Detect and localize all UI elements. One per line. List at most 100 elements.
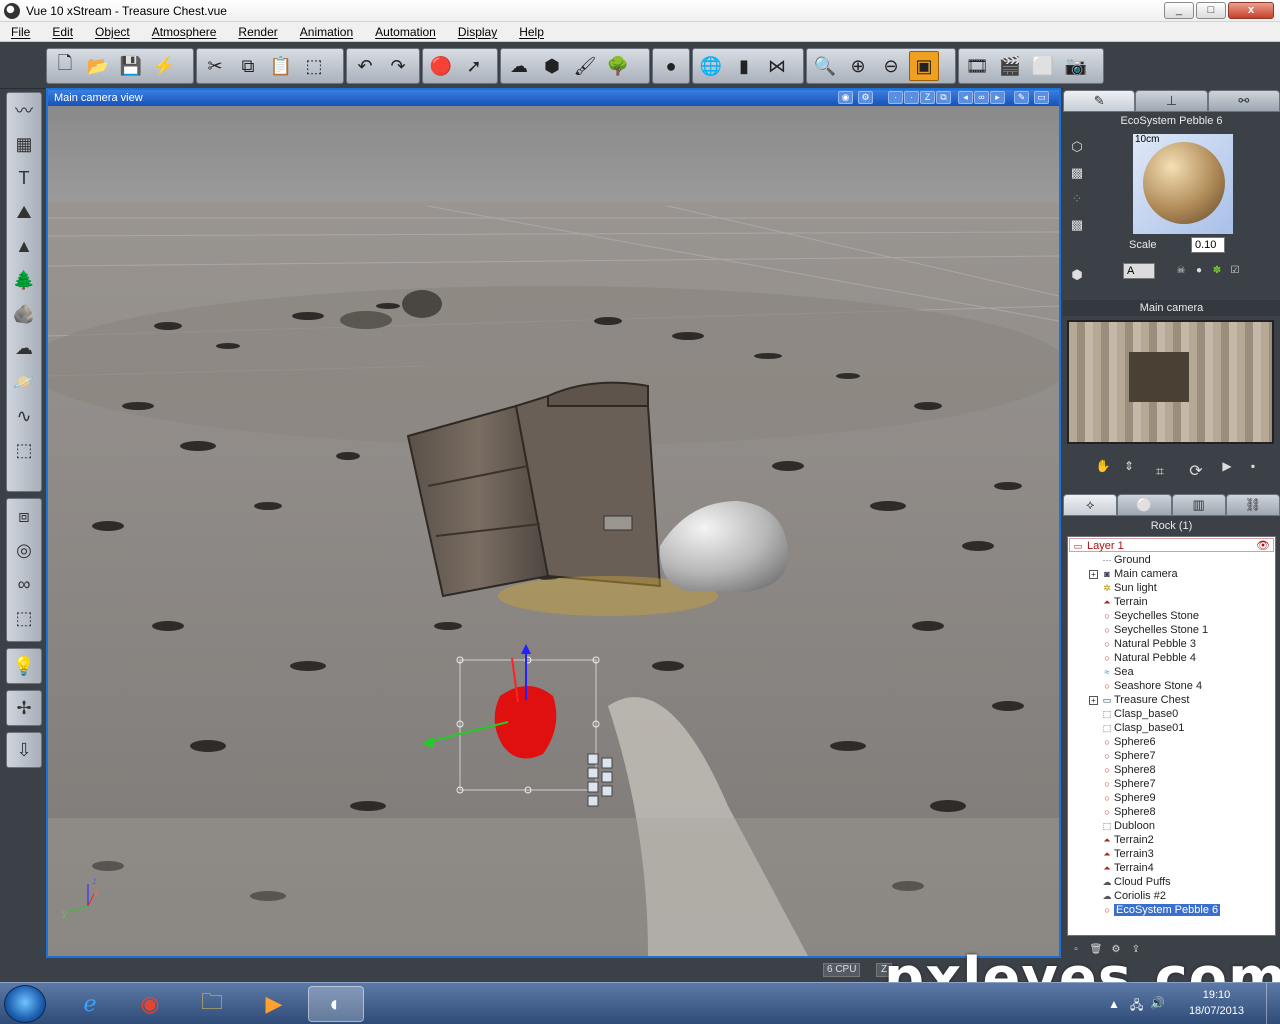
menu-file[interactable]: File (0, 25, 41, 39)
layer-row[interactable]: ▭ Layer 1 👁 (1069, 538, 1274, 552)
show-desktop-button[interactable] (1266, 983, 1278, 1024)
boolean-diff-icon[interactable]: ◎ (7, 533, 41, 567)
vue-taskbar-icon[interactable]: ◐ (308, 986, 364, 1022)
vp-frames-icon[interactable]: ⧉ (936, 91, 951, 104)
tree-item[interactable]: ○ Natural Pebble 4 (1068, 651, 1275, 665)
replace-object-icon[interactable]: ⬚ (299, 51, 329, 81)
viewport-toggle-icon[interactable]: ▣ (909, 51, 939, 81)
clapperboard-icon[interactable]: 🎬 (995, 51, 1025, 81)
media-player-icon[interactable]: ▶ (246, 986, 302, 1022)
tree-item[interactable]: ○ EcoSystem Pebble 6 (1068, 903, 1275, 917)
volume-icon[interactable]: 🔊 (1150, 996, 1165, 1010)
tree-item[interactable]: ○ Sphere8 (1068, 805, 1275, 819)
import-icon[interactable]: ⇩ (7, 733, 41, 767)
water-plane-icon[interactable]: 〰 (7, 93, 41, 127)
vp-dot2-icon[interactable]: · (904, 91, 919, 104)
save-power-icon[interactable]: ⚡ (149, 51, 179, 81)
plane-grid-icon[interactable]: ▦ (7, 127, 41, 161)
expand-toggle-icon[interactable]: + (1089, 696, 1098, 705)
select-cursor-icon[interactable]: ➚ (459, 51, 489, 81)
tree-item[interactable]: ⏶ Terrain3 (1068, 847, 1275, 861)
metablob-icon[interactable]: ∞ (7, 567, 41, 601)
vp-prev-icon[interactable]: ◂ (958, 91, 973, 104)
save-icon[interactable]: 💾 (116, 51, 146, 81)
copy-icon[interactable]: ⧉ (233, 51, 263, 81)
menu-atmosphere[interactable]: Atmosphere (141, 25, 228, 39)
tree-item[interactable]: ○ Sphere7 (1068, 749, 1275, 763)
tree-item[interactable]: ⬚ Dubloon (1068, 819, 1275, 833)
tray-arrow-icon[interactable]: ▲ (1108, 997, 1120, 1011)
tree-item[interactable]: + ◙ Main camera (1068, 567, 1275, 581)
scene-layer-tree[interactable]: ▭ Layer 1 👁 ⋯ Ground + ◙ Main camera ✲ Sun lig… (1067, 536, 1276, 936)
close-button[interactable]: x (1228, 2, 1274, 19)
menu-help[interactable]: Help (508, 25, 555, 39)
render-globe-icon[interactable]: 🌐 (696, 51, 726, 81)
mirror-icon[interactable]: ⋈ (762, 51, 792, 81)
tree-item[interactable]: ≈ Sea (1068, 665, 1275, 679)
zoom-out-icon[interactable]: ⊖ (876, 51, 906, 81)
cube-tool-icon[interactable]: ⬚ (7, 433, 41, 467)
scale-input[interactable]: 0.10 (1191, 237, 1225, 253)
maximize-button[interactable]: □ (1196, 2, 1226, 19)
vp-settings-icon[interactable]: ⚙ (858, 91, 873, 104)
rock-icon[interactable]: 🪨 (7, 297, 41, 331)
vp-z-icon[interactable]: Z (920, 91, 935, 104)
vp-loop-icon[interactable]: ∞ (974, 91, 989, 104)
tree-item[interactable]: ○ Sphere6 (1068, 735, 1275, 749)
zoom-in-icon[interactable]: ⊕ (843, 51, 873, 81)
eye-icon[interactable]: 👁 (1256, 539, 1270, 553)
file-explorer-icon[interactable]: 🗀 (184, 986, 240, 1022)
planet-icon[interactable]: 🪐 (7, 365, 41, 399)
tree-item[interactable]: ⬚ Clasp_base0 (1068, 707, 1275, 721)
3d-scene[interactable]: z y x (48, 106, 1059, 956)
paste-icon[interactable]: 📋 (266, 51, 296, 81)
wind-fan-icon[interactable]: ✢ (7, 691, 41, 725)
terrain-alt-icon[interactable]: ▲ (7, 229, 41, 263)
vp-camera-icon[interactable]: ◉ (838, 91, 853, 104)
zoom-icon[interactable]: 🔍 (810, 51, 840, 81)
mapping-icon[interactable]: ⁘ (1065, 186, 1089, 212)
tab-material-brush-icon[interactable]: ✎ (1063, 90, 1136, 112)
plant-small-icon[interactable]: ✽ (1209, 262, 1225, 278)
check-small-icon[interactable]: ☑ (1227, 262, 1243, 278)
dolly-icon[interactable]: ⇕ (1119, 456, 1139, 476)
menu-animation[interactable]: Animation (289, 25, 364, 39)
menu-automation[interactable]: Automation (364, 25, 447, 39)
tree-item[interactable]: ○ Seashore Stone 4 (1068, 679, 1275, 693)
new-file-icon[interactable]: 🗋 (50, 51, 80, 81)
camera-preview[interactable] (1067, 320, 1274, 444)
tree-item[interactable]: + ▭ Treasure Chest (1068, 693, 1275, 707)
light-bulb-icon[interactable]: 💡 (7, 649, 41, 683)
tree-item[interactable]: ○ Seychelles Stone (1068, 609, 1275, 623)
vp-maximize-icon[interactable]: ▭ (1034, 91, 1049, 104)
select-pick-icon[interactable]: 🔴 (426, 51, 456, 81)
film-strip-icon[interactable]: 🎞 (962, 51, 992, 81)
tree-item[interactable]: ○ Sphere8 (1068, 763, 1275, 777)
start-button[interactable] (4, 985, 46, 1023)
store-icon[interactable]: ▪ (1243, 456, 1263, 476)
tab-materials-icon[interactable]: ⚪ (1117, 494, 1172, 516)
chrome-icon[interactable]: ◉ (122, 986, 178, 1022)
checker-alt-icon[interactable]: ▩ (1065, 212, 1089, 238)
orbit-icon[interactable]: ⟳ (1181, 456, 1211, 486)
frame-icon[interactable]: ⌗ (1145, 456, 1175, 486)
atmosphere-cloud-icon[interactable]: ☁ (504, 51, 534, 81)
tab-objects-icon[interactable]: ⟡ (1063, 494, 1118, 516)
minimize-button[interactable]: _ (1164, 2, 1194, 19)
object-cube-icon[interactable]: ⬢ (537, 51, 567, 81)
boolean-union-icon[interactable]: ⧈ (7, 499, 41, 533)
tree-item[interactable]: ⏶ Terrain2 (1068, 833, 1275, 847)
vp-dot-icon[interactable]: · (888, 91, 903, 104)
menu-display[interactable]: Display (447, 25, 508, 39)
mode-select[interactable]: A (1123, 263, 1155, 279)
tab-links-icon[interactable]: ⛓ (1225, 494, 1280, 516)
tree-item[interactable]: ⏶ Terrain4 (1068, 861, 1275, 875)
tab-library-icon[interactable]: ▥ (1171, 494, 1226, 516)
text-tool-icon[interactable]: T (7, 161, 41, 195)
group-icon[interactable]: ⬚ (7, 601, 41, 635)
network-icon[interactable]: 🖧 (1130, 996, 1143, 1017)
material-preview[interactable]: 10cm (1133, 134, 1233, 234)
main-camera-viewport[interactable]: Main camera view ◉ ⚙ · · Z ⧉ ◂ ∞ ▸ ✎ ▭ z… (46, 88, 1061, 958)
render-area-icon[interactable]: ⬜ (1028, 51, 1058, 81)
camera-icon[interactable]: 📷 (1061, 51, 1091, 81)
